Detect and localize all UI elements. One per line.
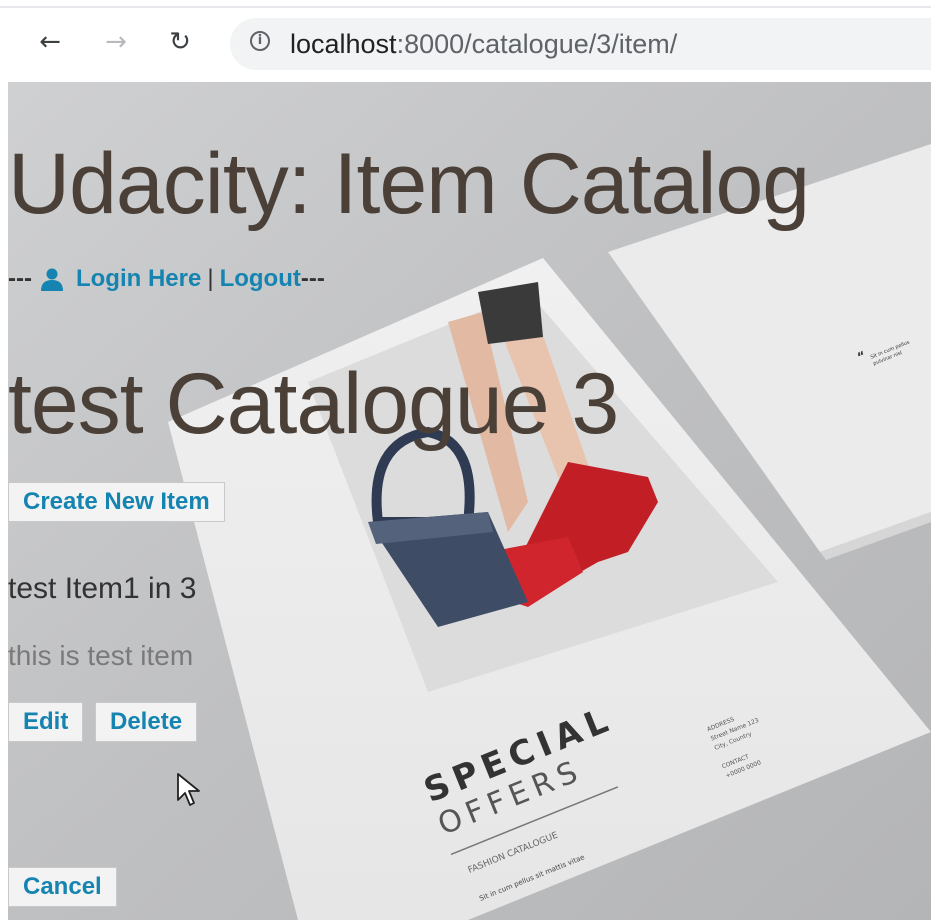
page-body: SPECIAL OFFERS FASHION CATALOGUE Sit in … <box>8 82 931 920</box>
address-bar[interactable]: i localhost:8000/catalogue/3/item/ <box>230 18 931 70</box>
back-arrow-icon[interactable]: ← <box>30 22 70 62</box>
item-name: test Item1 in 3 <box>8 572 197 605</box>
login-link[interactable]: Login Here <box>76 265 201 293</box>
edit-button[interactable]: Edit <box>8 702 84 742</box>
forward-arrow-icon[interactable]: → <box>96 22 136 62</box>
reload-icon[interactable]: ↻ <box>160 22 200 62</box>
info-icon[interactable]: i <box>250 31 270 51</box>
toolbar-divider <box>0 6 931 8</box>
url-host: localhost <box>290 29 397 59</box>
login-separator: | <box>207 265 214 292</box>
url-text[interactable]: localhost:8000/catalogue/3/item/ <box>290 29 677 59</box>
logout-link[interactable]: Logout <box>220 265 301 293</box>
user-icon <box>40 268 63 291</box>
item-description: this is test item <box>8 640 194 671</box>
mouse-cursor-icon <box>177 773 200 806</box>
login-line: --- Login Here | Logout --- <box>8 265 325 293</box>
catalogue-name: test Catalogue 3 <box>8 356 619 452</box>
page-title: Udacity: Item Catalog <box>8 136 810 232</box>
url-path: :8000/catalogue/3/item/ <box>396 29 678 59</box>
login-suffix: --- <box>300 265 325 292</box>
browser-toolbar: ← → ↻ i localhost:8000/catalogue/3/item/ <box>0 0 931 82</box>
cancel-button[interactable]: Cancel <box>8 867 117 907</box>
delete-button[interactable]: Delete <box>95 702 198 742</box>
create-new-item-button[interactable]: Create New Item <box>8 482 225 522</box>
login-prefix: --- <box>8 265 32 292</box>
